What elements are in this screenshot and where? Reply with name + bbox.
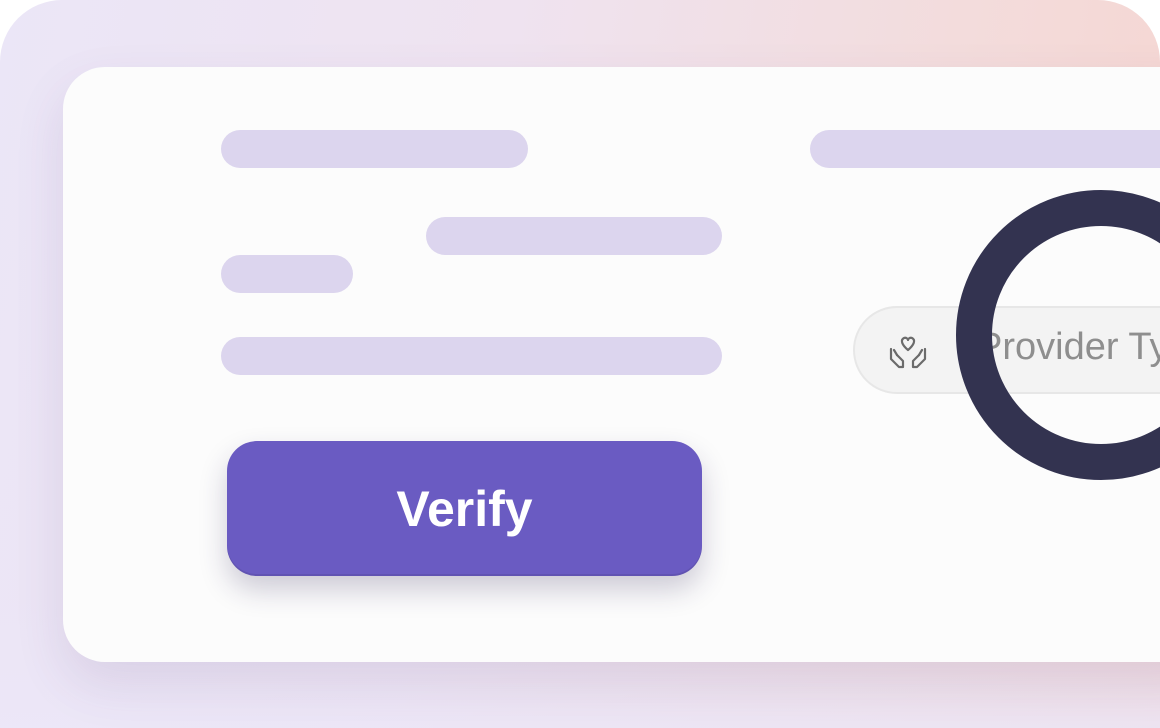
verify-button[interactable]: Verify [227, 441, 702, 576]
skeleton-line [221, 337, 722, 375]
skeleton-line [426, 217, 722, 255]
skeleton-line [810, 130, 1160, 168]
skeleton-line [221, 130, 528, 168]
app-background: Verify Provider Type [0, 0, 1160, 728]
skeleton-line [221, 255, 353, 293]
hands-heart-icon [887, 335, 929, 369]
